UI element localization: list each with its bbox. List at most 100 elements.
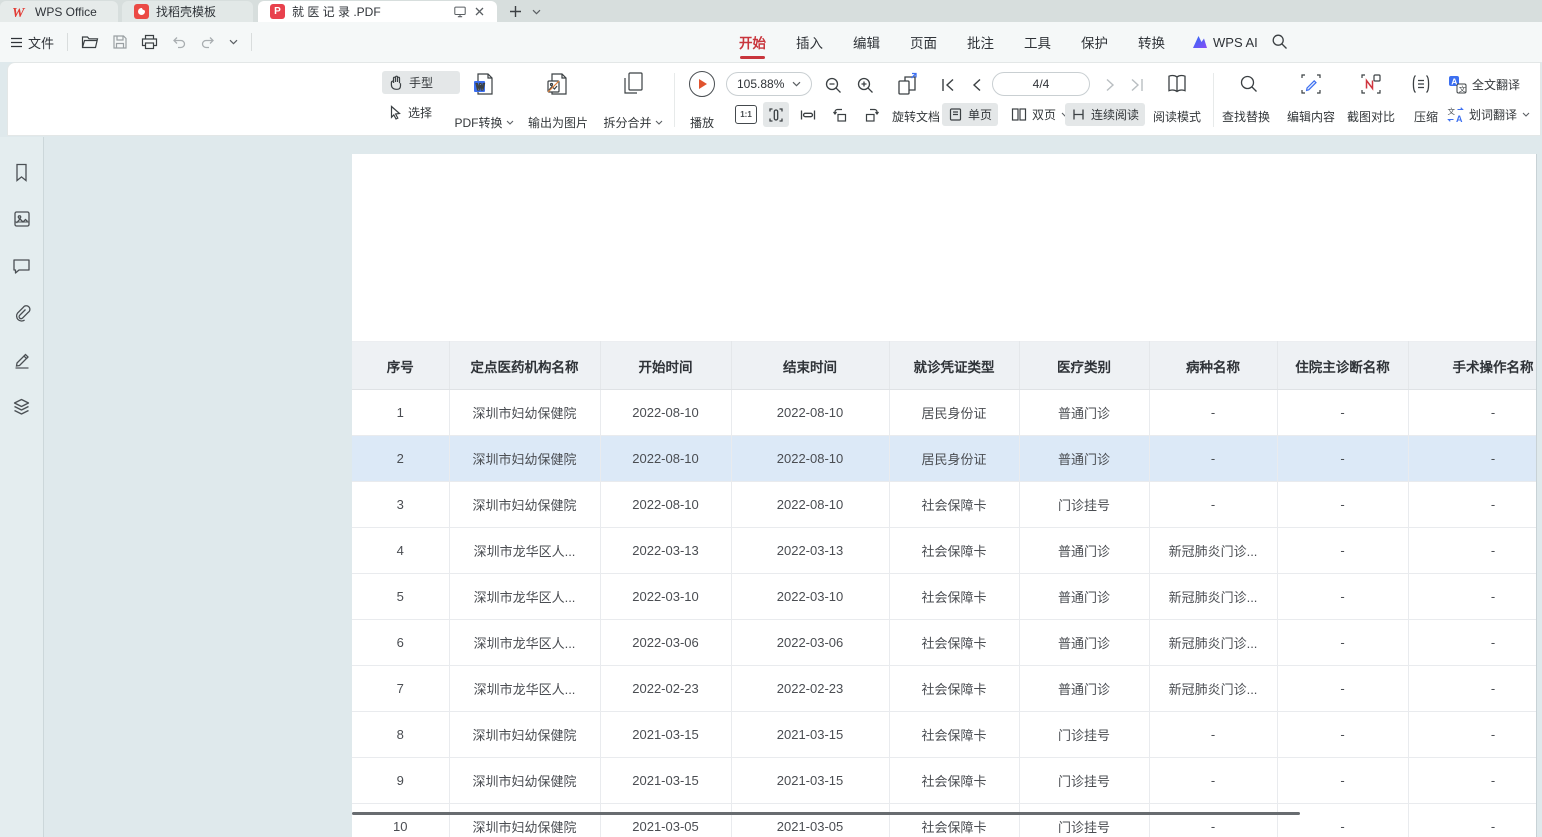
rotate-right-button[interactable] [859, 102, 885, 127]
zoom-out-button[interactable] [820, 72, 846, 98]
table-cell: 2021-03-15 [731, 712, 889, 758]
nav-prev-page-button[interactable] [965, 73, 989, 97]
open-folder-icon[interactable] [81, 34, 99, 50]
tab-docer-templates[interactable]: 找稻壳模板 [122, 1, 253, 22]
menu-item[interactable]: 批注 [967, 22, 994, 62]
actual-size-button[interactable]: 1:1 [735, 105, 757, 124]
table-cell: 新冠肺炎门诊... [1149, 620, 1277, 666]
wps-logo-icon: W [12, 5, 28, 19]
table-cell: 普通门诊 [1019, 528, 1149, 574]
screenshot-compare-label: 截图对比 [1345, 106, 1397, 127]
comment-icon[interactable] [9, 253, 35, 279]
export-image-button[interactable]: 输出为图片 [520, 69, 596, 133]
chevron-down-icon [506, 120, 514, 125]
menu-item[interactable]: 保护 [1081, 22, 1108, 62]
new-tab-plus-icon[interactable] [509, 5, 522, 18]
print-icon[interactable] [141, 34, 158, 50]
table-cell: - [1277, 804, 1408, 837]
compress-button[interactable] [1408, 71, 1434, 97]
table-cell: 2022-03-06 [731, 620, 889, 666]
rotate-left-button[interactable] [827, 102, 853, 127]
nav-next-page-button[interactable] [1098, 73, 1122, 97]
bookmark-icon[interactable] [9, 159, 35, 185]
monitor-icon[interactable] [453, 5, 467, 18]
export-image-icon [546, 71, 570, 97]
attachment-icon[interactable] [9, 300, 35, 326]
redo-icon[interactable] [200, 35, 216, 49]
menu-item[interactable]: 转换 [1138, 22, 1165, 62]
table-cell: 2022-02-23 [731, 666, 889, 712]
page-number-input[interactable] [992, 72, 1090, 96]
double-page-label: 双页 [1032, 106, 1056, 123]
save-icon[interactable] [112, 34, 128, 50]
full-translate-label: 全文翻译 [1472, 76, 1520, 93]
menu-item[interactable]: 插入 [796, 22, 823, 62]
table-cell: 2 [352, 436, 449, 482]
table-cell: 普通门诊 [1019, 620, 1149, 666]
select-tool-label: 选择 [408, 104, 432, 121]
chevron-down-icon [792, 81, 801, 87]
table-cell: - [1408, 528, 1536, 574]
pdf-page: 序号定点医药机构名称开始时间结束时间就诊凭证类型医疗类别病种名称住院主诊断名称手… [352, 154, 1536, 837]
table-cell: 新冠肺炎门诊... [1149, 528, 1277, 574]
column-header: 序号 [352, 342, 449, 390]
fit-page-button[interactable] [763, 102, 789, 127]
nav-last-page-button[interactable] [1125, 73, 1149, 97]
play-button[interactable]: 播放 [680, 69, 724, 133]
table-cell: 深圳市妇幼保健院 [449, 712, 600, 758]
continuous-read-button[interactable]: 连续阅读 [1065, 103, 1145, 126]
read-mode-button[interactable] [1163, 70, 1191, 98]
table-cell: - [1277, 574, 1408, 620]
pdf-convert-button[interactable]: W PDF转换 [448, 69, 520, 133]
tab-medical-record-pdf[interactable]: P 就 医 记 录 .PDF [258, 1, 497, 22]
svg-text:A: A [1456, 114, 1463, 123]
search-icon[interactable] [1271, 33, 1288, 50]
thumbnails-icon[interactable] [9, 206, 35, 232]
document-workspace: 序号定点医药机构名称开始时间结束时间就诊凭证类型医疗类别病种名称住院主诊断名称手… [0, 137, 1542, 837]
table-cell: - [1408, 804, 1536, 837]
table-cell: 2022-03-13 [600, 528, 731, 574]
table-cell: 2022-08-10 [731, 436, 889, 482]
menu-wps-ai[interactable]: WPS AI [1192, 22, 1258, 62]
chevron-down-icon[interactable] [532, 9, 541, 15]
table-cell: - [1277, 482, 1408, 528]
separator [1213, 73, 1214, 127]
table-row: 5深圳市龙华区人...2022-03-102022-03-10社会保障卡普通门诊… [352, 574, 1536, 620]
undo-icon[interactable] [171, 35, 187, 49]
file-menu-button[interactable]: 文件 [10, 33, 54, 52]
swap-pages-button[interactable] [893, 71, 923, 99]
svg-text:W: W [476, 82, 485, 92]
edit-content-button[interactable] [1298, 71, 1324, 97]
chevron-down-icon[interactable] [229, 39, 238, 45]
word-translate-button[interactable]: 文A 划词翻译 [1441, 103, 1536, 126]
table-row: 6深圳市龙华区人...2022-03-062022-03-06社会保障卡普通门诊… [352, 620, 1536, 666]
split-merge-button[interactable]: 拆分合并 [598, 69, 668, 133]
tab-wps-office[interactable]: W WPS Office [0, 1, 118, 22]
nav-last-icon [1129, 77, 1145, 93]
fit-page-icon [767, 106, 785, 124]
menu-item[interactable]: 工具 [1024, 22, 1051, 62]
menu-item[interactable]: 页面 [910, 22, 937, 62]
table-cell: 普通门诊 [1019, 666, 1149, 712]
zoom-in-button[interactable] [852, 72, 878, 98]
file-menu-label: 文件 [28, 33, 54, 52]
table-cell: 深圳市妇幼保健院 [449, 390, 600, 436]
annotate-pen-icon[interactable] [9, 347, 35, 373]
find-replace-label: 查找替换 [1220, 106, 1272, 127]
left-panel-rail [0, 137, 44, 837]
single-page-button[interactable]: 单页 [942, 103, 998, 126]
full-translate-button[interactable]: A文 全文翻译 [1444, 73, 1524, 96]
column-header: 住院主诊断名称 [1277, 342, 1408, 390]
nav-first-page-button[interactable] [936, 73, 960, 97]
zoom-level-select[interactable]: 105.88% [726, 72, 812, 96]
table-cell: - [1408, 436, 1536, 482]
menu-item[interactable]: 编辑 [853, 22, 880, 62]
find-replace-button[interactable] [1236, 71, 1262, 97]
close-icon[interactable] [474, 6, 485, 17]
vertical-scrollbar-track[interactable] [1536, 154, 1537, 837]
horizontal-scrollbar[interactable] [352, 812, 1300, 815]
fit-width-button[interactable] [795, 102, 821, 127]
layers-icon[interactable] [9, 394, 35, 420]
screenshot-compare-button[interactable] [1358, 71, 1384, 97]
menu-item[interactable]: 开始 [739, 22, 766, 62]
